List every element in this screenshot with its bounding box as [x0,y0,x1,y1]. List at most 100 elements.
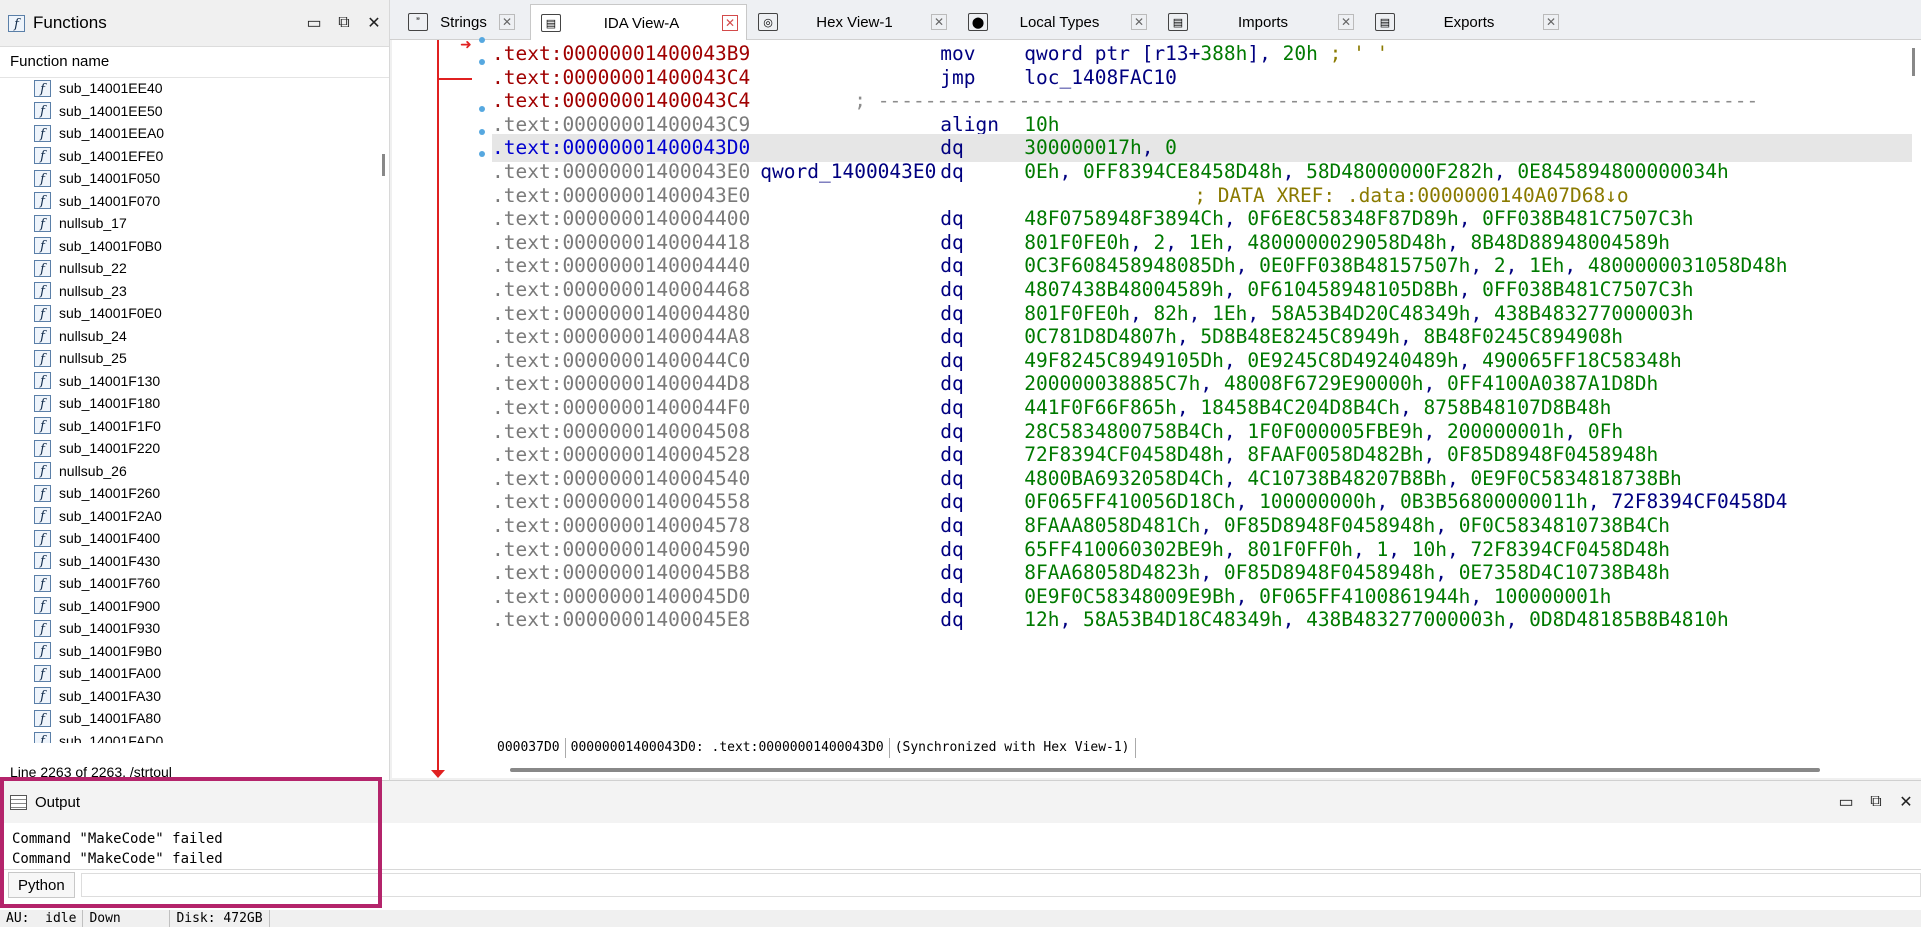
function-list-item[interactable]: f sub_14001F0B0 [0,235,372,258]
line-address: .text:00000001400043E0 [492,183,751,207]
function-list-item[interactable]: f sub_14001F260 [0,482,372,505]
function-list-item[interactable]: f nullsub_22 [0,257,372,280]
line-address: .text:0000000140004558 [492,490,751,514]
functions-scrollbar[interactable] [382,154,385,176]
tab-close-icon[interactable]: ✕ [1543,14,1559,30]
tab-label: IDA View-A [603,14,680,32]
current-location: 00000001400043D0: .text:00000001400043D0 [566,738,890,758]
function-list-item[interactable]: f sub_14001FAD0 [0,730,372,743]
breakpoint-dot[interactable] [479,37,485,43]
function-list-item[interactable]: f sub_14001F220 [0,437,372,460]
line-operands: 801F0FE0h, 82h, 1Eh, 58A53B4D20C48349h, … [1024,301,1694,325]
function-list-item[interactable]: f sub_14001FA80 [0,707,372,730]
line-address: .text:00000001400044F0 [492,396,751,419]
disasm-horizontal-scrollbar[interactable] [510,768,1820,772]
line-operands: 4800BA6932058D4Ch, 4C10738B48207B8Bh, 0E… [1024,466,1682,490]
function-icon: f [34,237,51,255]
function-name: sub_14001EEA0 [59,125,165,142]
line-address: .text:0000000140004578 [492,514,751,537]
function-name: sub_14001F400 [59,530,161,547]
tab-close-icon[interactable]: ✕ [931,14,947,30]
function-icon: f [34,529,51,547]
line-operands: 200000038885C7h, 48008F6729E90000h, 0FF4… [1024,372,1659,396]
maximize-icon[interactable]: ▭ [299,8,329,38]
function-name: sub_14001FA80 [59,710,161,727]
tab-ida-view-a[interactable]: ▤ IDA View-A ✕ [530,4,747,41]
status-bar: AU: idle Down Disk: 472GB [0,910,1921,927]
disasm-line[interactable]: .text:00000001400045E8 dq 12h, 58A53B4D18C… [492,606,1912,634]
tab-close-icon[interactable]: ✕ [1131,14,1147,30]
function-list-item[interactable]: f sub_14001F930 [0,617,372,640]
breakpoint-dot[interactable] [479,106,485,112]
function-list-item[interactable]: f sub_14001F760 [0,572,372,595]
python-button[interactable]: Python [8,872,75,898]
function-name: sub_14001F260 [59,485,161,502]
function-list-item[interactable]: f sub_14001F9B0 [0,640,372,663]
function-icon: f [34,439,51,457]
close-icon[interactable]: ✕ [1891,787,1921,817]
function-name: sub_14001F180 [59,395,161,412]
function-name-column-header[interactable]: Function name [0,47,389,78]
function-list-item[interactable]: f sub_14001F050 [0,167,372,190]
function-list-item[interactable]: f sub_14001FA30 [0,685,372,708]
tab-strings[interactable]: ” Strings ✕ [398,4,523,40]
function-list-item[interactable]: f sub_14001EE40 [0,77,372,100]
restore-icon[interactable]: ⧉ [329,8,359,38]
tab-local-types[interactable]: ⬤ Local Types ✕ [958,4,1155,40]
function-list-item[interactable]: f nullsub_24 [0,325,372,348]
function-list-item[interactable]: f sub_14001F0E0 [0,302,372,325]
disasm-vertical-scrollbar[interactable] [1912,48,1915,76]
tab-imports[interactable]: ▤ Imports ✕ [1158,4,1362,40]
function-list-item[interactable]: f sub_14001F2A0 [0,505,372,528]
arrow-head-icon [431,770,445,778]
output-log: Command "MakeCode" failed Command "MakeC… [0,823,1921,869]
line-operands: 0E9F0C58348009E9Bh, 0F065FF4100861944h, … [1024,584,1612,608]
function-list-item[interactable]: f sub_14001EEA0 [0,122,372,145]
function-list-item[interactable]: f nullsub_17 [0,212,372,235]
function-name: nullsub_26 [59,462,127,479]
function-icon: f [34,102,51,120]
breakpoint-dot[interactable] [479,59,485,65]
function-list-item[interactable]: f sub_14001EFE0 [0,145,372,168]
function-list-item[interactable]: f nullsub_25 [0,347,372,370]
function-name: nullsub_22 [59,260,127,277]
ida-view-a[interactable]: ➜ .text:00000001400043B9 mov qword ptr [r1… [392,36,1921,778]
breakpoint-dot[interactable] [479,129,485,135]
tab-close-icon[interactable]: ✕ [1338,14,1354,30]
function-name: sub_14001F220 [59,440,161,457]
function-list-item[interactable]: f sub_14001F180 [0,392,372,415]
function-list-item[interactable]: f sub_14001F900 [0,595,372,618]
tab-hex-view-1[interactable]: ◎ Hex View-1 ✕ [748,4,955,40]
line-address: .text:00000001400045D0 [492,584,751,608]
line-address: .text:00000001400044D8 [492,372,751,396]
line-operands: 0F065FF410056D18Ch, 100000000h, 0B3B5680… [1024,490,1788,514]
tab-close-icon[interactable]: ✕ [499,14,515,30]
disassembly-listing[interactable]: .text:00000001400043B9 mov qword ptr [r13+… [492,40,1912,735]
function-list-item[interactable]: f sub_14001F1F0 [0,415,372,438]
function-name: sub_14001F050 [59,170,161,187]
line-operands: 0Eh, 0FF8394CE8458D48h, 58D48000000F282h… [1024,160,1729,183]
function-list-item[interactable]: f sub_14001F430 [0,550,372,573]
close-icon[interactable]: ✕ [359,8,389,38]
jump-arrow-branch [437,78,472,80]
tab-exports[interactable]: ▤ Exports ✕ [1365,4,1567,40]
function-list-item[interactable]: f sub_14001F130 [0,370,372,393]
function-list-item[interactable]: f nullsub_23 [0,280,372,303]
breakpoint-dot[interactable] [479,151,485,157]
maximize-icon[interactable]: ▭ [1831,787,1861,817]
function-list-item[interactable]: f sub_14001F070 [0,190,372,213]
line-operands: 10h [1024,112,1060,136]
python-command-input[interactable] [80,873,1921,897]
line-operands: 8FAAA8058D481Ch, 0F85D8948F0458948h, 0F0… [1024,514,1671,537]
functions-titlebar: f Functions ▭ ⧉ ✕ [0,0,389,47]
function-icon: f [34,304,51,322]
function-list-item[interactable]: f sub_14001FA00 [0,662,372,685]
restore-icon[interactable]: ⧉ [1861,787,1891,817]
line-address: .text:0000000140004528 [492,443,751,467]
function-list-item[interactable]: f sub_14001F400 [0,527,372,550]
function-list[interactable]: f sub_14001EE40 f sub_14001EE50 f sub_14001EE… [0,77,372,743]
line-address: .text:00000001400045B8 [492,561,751,585]
function-list-item[interactable]: f sub_14001EE50 [0,100,372,123]
function-list-item[interactable]: f nullsub_26 [0,460,372,483]
tab-close-icon[interactable]: ✕ [722,15,738,31]
